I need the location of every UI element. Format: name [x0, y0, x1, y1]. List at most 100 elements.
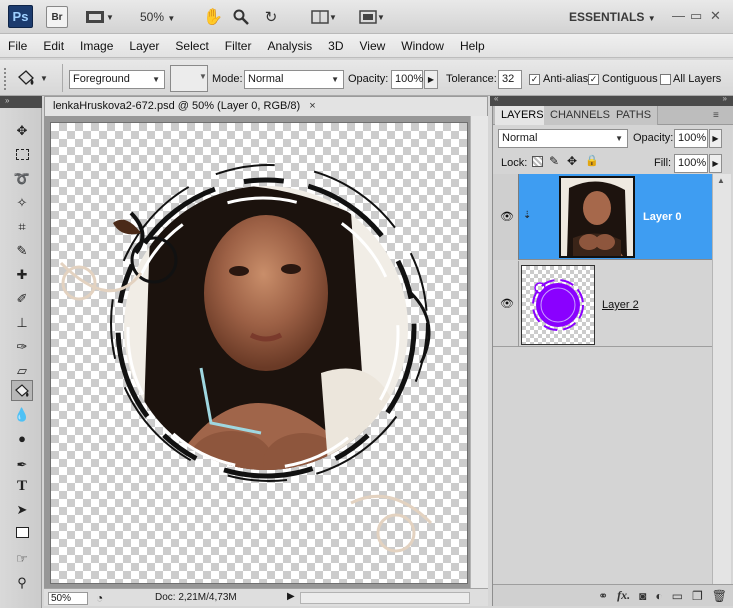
menu-image[interactable]: Image — [80, 39, 113, 53]
layer-thumbnail[interactable] — [521, 265, 595, 345]
shape-icon[interactable] — [11, 522, 33, 543]
layer-row[interactable]: 👁 Layer 2 — [493, 261, 712, 347]
antialias-checkbox[interactable]: ✓ — [529, 74, 540, 85]
lock-pixels-icon[interactable]: ✎ — [549, 154, 559, 168]
menu-view[interactable]: View — [359, 39, 385, 53]
blur-icon[interactable]: 💧 — [11, 404, 33, 425]
dodge-icon[interactable]: ● — [11, 428, 33, 449]
collapse-toolbox-button[interactable]: » — [0, 96, 42, 108]
link-layers-icon[interactable]: ⚭ — [598, 589, 608, 603]
fill-source-select[interactable]: Foreground ▼ — [69, 70, 165, 89]
healing-icon[interactable]: ✚ — [11, 264, 33, 285]
maximize-button[interactable]: ▭ — [690, 8, 702, 24]
menu-analysis[interactable]: Analysis — [267, 39, 312, 53]
hand-tool-button[interactable]: ✋ — [202, 6, 224, 28]
layer-thumbnail[interactable] — [559, 176, 635, 258]
layer-mask-icon[interactable]: ◙ — [639, 589, 646, 603]
all-layers-label: All Layers — [673, 73, 722, 85]
opacity-slider-button[interactable]: ▶ — [424, 70, 438, 89]
menu-edit[interactable]: Edit — [43, 39, 64, 53]
minimize-button[interactable]: — — [672, 8, 685, 23]
chevron-down-icon: ▼ — [615, 134, 623, 143]
menu-layer[interactable]: Layer — [129, 39, 159, 53]
delete-layer-icon[interactable]: 🗑 — [712, 589, 727, 603]
zoom-icon[interactable]: ⚲ — [11, 572, 33, 593]
expand-panels-icon[interactable]: « — [494, 94, 498, 103]
tab-paths[interactable]: PATHS — [610, 106, 659, 125]
screen-mode-button[interactable]: ▼ — [353, 6, 391, 28]
paint-bucket-icon[interactable] — [11, 380, 33, 401]
new-layer-icon[interactable]: ❐ — [692, 589, 703, 603]
opacity-input[interactable]: 100% — [391, 70, 423, 89]
close-button[interactable]: ✕ — [710, 8, 721, 24]
lock-all-icon[interactable]: 🔒 — [585, 154, 599, 167]
horizontal-scrollbar[interactable] — [300, 592, 470, 604]
zoom-level-select[interactable]: 50% ▼ — [140, 10, 175, 24]
layer-opacity-input[interactable]: 100% — [674, 129, 708, 148]
status-options-icon[interactable]: ◔ — [96, 591, 103, 605]
chevron-down-icon: ▼ — [40, 73, 48, 83]
path-select-icon[interactable]: ➤ — [11, 499, 33, 520]
tab-layers[interactable]: LAYERS — [495, 106, 551, 125]
move-icon[interactable]: ✥ — [11, 120, 33, 141]
link-icon: ⇣ — [523, 210, 532, 221]
zoom-status-field[interactable]: 50% — [48, 592, 88, 605]
layer-name[interactable]: Layer 0 — [643, 211, 682, 223]
bridge-button[interactable]: Br — [46, 6, 68, 28]
contiguous-label: Contiguous — [602, 73, 658, 85]
contiguous-checkbox[interactable]: ✓ — [588, 74, 599, 85]
panel-menu-icon[interactable]: ≡ — [713, 110, 719, 121]
menu-filter[interactable]: Filter — [225, 39, 252, 53]
brush-icon[interactable]: ✐ — [11, 288, 33, 309]
new-group-icon[interactable]: ▭ — [672, 589, 683, 603]
layer-name[interactable]: Layer 2 — [602, 299, 639, 311]
quick-select-icon[interactable]: ✧ — [11, 192, 33, 213]
canvas[interactable] — [50, 122, 468, 584]
grip-handle[interactable] — [4, 68, 8, 90]
view-extras-button[interactable]: ▼ — [82, 6, 116, 28]
workspace-switcher[interactable]: ESSENTIALS ▼ — [569, 10, 656, 24]
tolerance-input[interactable]: 32 — [498, 70, 522, 89]
all-layers-checkbox[interactable] — [660, 74, 671, 85]
fill-input[interactable]: 100% — [674, 154, 708, 173]
scroll-up-icon[interactable]: ▲ — [717, 176, 725, 185]
stamp-icon[interactable]: ⊥ — [11, 312, 33, 333]
menu-3d[interactable]: 3D — [328, 39, 343, 53]
type-icon[interactable]: T — [11, 476, 33, 497]
menu-select[interactable]: Select — [175, 39, 208, 53]
rotate-view-button[interactable]: ↻ — [260, 6, 282, 28]
layers-scrollbar[interactable]: ▲ — [712, 174, 731, 584]
eyedropper-icon[interactable]: ✎ — [11, 240, 33, 261]
marquee-icon[interactable] — [11, 144, 33, 165]
layer-row-selected[interactable]: 👁 ⇣ Layer 0 — [493, 174, 712, 260]
crop-icon[interactable]: ⌗ — [11, 216, 33, 237]
adjustment-layer-icon[interactable]: ◐ — [655, 589, 662, 603]
tool-preset-picker[interactable]: ▼ — [16, 68, 56, 88]
blend-mode-select[interactable]: Normal ▼ — [498, 129, 628, 148]
pattern-picker[interactable]: ▼ — [170, 65, 208, 92]
menu-file[interactable]: File — [8, 39, 27, 53]
collapse-panels-icon[interactable]: » — [723, 94, 727, 103]
zoom-tool-button[interactable] — [230, 6, 252, 28]
history-brush-icon[interactable]: ✑ — [11, 336, 33, 357]
tab-channels[interactable]: CHANNELS — [544, 106, 617, 125]
menu-help[interactable]: Help — [460, 39, 485, 53]
fill-slider-button[interactable]: ▶ — [709, 154, 722, 173]
eye-icon[interactable]: 👁 — [500, 297, 514, 311]
arrange-documents-button[interactable]: ▼ — [305, 6, 343, 28]
menu-window[interactable]: Window — [401, 39, 444, 53]
layer-opacity-slider-button[interactable]: ▶ — [709, 129, 722, 148]
pen-icon[interactable]: ✒ — [11, 454, 33, 475]
eraser-icon[interactable]: ▱ — [11, 360, 33, 381]
status-menu-arrow-icon[interactable]: ▶ — [287, 591, 295, 602]
close-tab-icon[interactable]: × — [309, 100, 315, 112]
lock-transparency-icon[interactable] — [532, 156, 543, 167]
mode-select[interactable]: Normal ▼ — [244, 70, 344, 89]
document-tab[interactable]: lenkaHruskova2-672.psd @ 50% (Layer 0, R… — [44, 96, 488, 116]
vertical-scrollbar[interactable] — [470, 116, 488, 588]
lock-position-icon[interactable]: ✥ — [567, 154, 577, 168]
layer-style-icon[interactable]: fx. — [617, 588, 630, 603]
lasso-icon[interactable]: ➰ — [11, 168, 33, 189]
eye-icon[interactable]: 👁 — [500, 210, 514, 224]
hand-icon[interactable]: ☞ — [11, 548, 33, 569]
